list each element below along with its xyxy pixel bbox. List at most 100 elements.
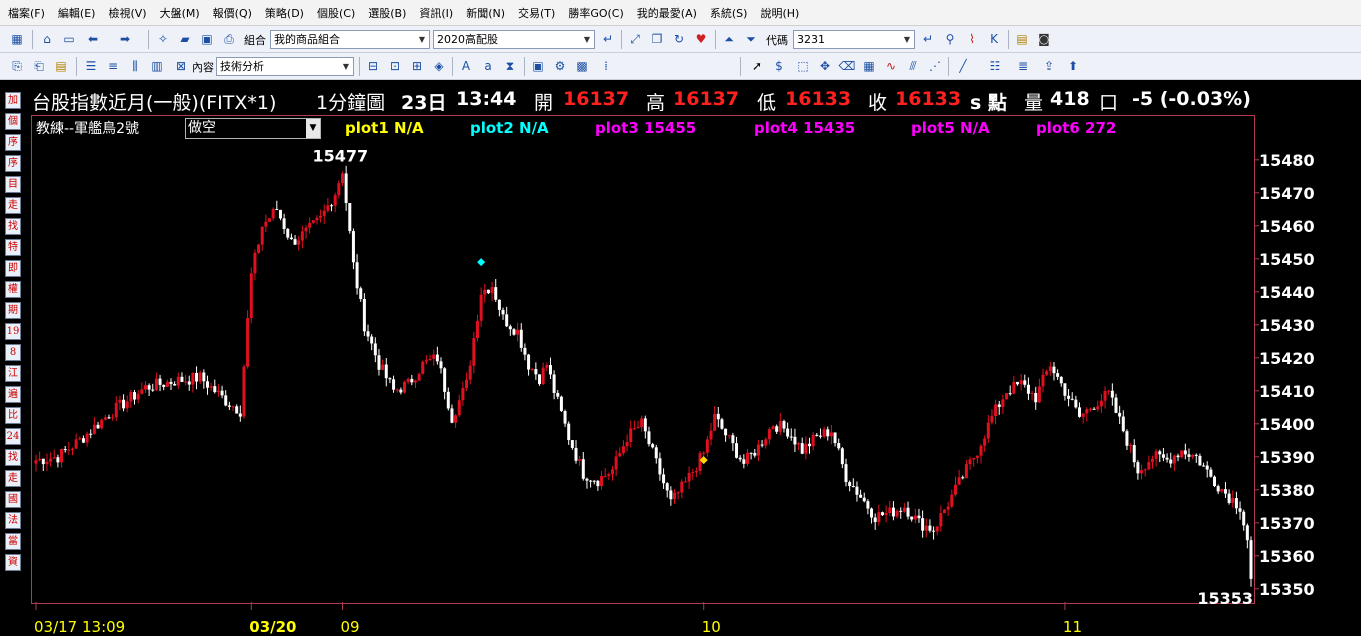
candle-body	[1223, 489, 1227, 494]
candle-body	[691, 472, 695, 474]
candle-body	[1183, 450, 1187, 455]
y-axis-label: 15360	[1259, 547, 1315, 566]
candle-body	[530, 369, 534, 371]
candle-body	[632, 428, 636, 430]
candle-body	[370, 336, 374, 344]
candle-body	[563, 411, 567, 424]
candle-body	[567, 423, 571, 441]
candle-body	[1081, 413, 1085, 417]
candle-body	[771, 426, 775, 430]
candle-body	[213, 386, 217, 393]
candle-body	[727, 435, 731, 437]
candle-body	[158, 378, 162, 385]
candle-body	[851, 485, 855, 487]
candle-body	[888, 507, 892, 514]
candle-body	[242, 366, 246, 417]
chevron-down-icon: ▼	[306, 119, 320, 138]
candle-body	[169, 381, 173, 384]
candle-body	[403, 381, 407, 393]
candle-body	[421, 361, 425, 374]
candle-body	[1161, 454, 1165, 458]
candle-body	[457, 400, 461, 416]
candle-body	[505, 314, 509, 327]
candle-body	[454, 415, 458, 423]
plot6-label: plot6 272	[1036, 119, 1117, 137]
candle-body	[67, 449, 71, 451]
candle-body	[848, 482, 852, 486]
candle-body	[1216, 486, 1220, 492]
candle-body	[961, 477, 965, 479]
candle-body	[552, 374, 556, 393]
candle-body	[246, 318, 250, 367]
candle-body	[1129, 445, 1133, 447]
candle-body	[578, 459, 582, 461]
candle-body	[486, 289, 490, 294]
candle-body	[1231, 498, 1235, 503]
candle-body	[1143, 469, 1147, 471]
candle-body	[1048, 366, 1052, 372]
candle-body	[472, 338, 476, 366]
candle-body	[278, 209, 282, 219]
candle-body	[49, 458, 53, 462]
y-axis-label: 15380	[1259, 481, 1315, 500]
candle-body	[198, 372, 202, 382]
candle-body	[724, 428, 728, 436]
candle-body	[264, 221, 268, 227]
candle-body	[600, 476, 604, 487]
candle-body	[468, 365, 472, 380]
candle-body	[804, 443, 808, 454]
candle-body	[355, 262, 359, 289]
candle-body	[1125, 431, 1129, 446]
candle-body	[946, 506, 950, 510]
candle-body	[968, 459, 972, 465]
candle-body	[297, 240, 301, 245]
candle-body	[950, 494, 954, 507]
x-axis-label: 03/20	[249, 618, 296, 636]
candle-body	[1052, 366, 1056, 374]
candle-body	[235, 406, 239, 414]
candle-body	[541, 367, 545, 385]
direction-select[interactable]: 做空 ▼	[185, 118, 321, 139]
candle-body	[618, 453, 622, 457]
y-axis-label: 15420	[1259, 349, 1315, 368]
candle-body	[1147, 462, 1151, 470]
candle-body	[680, 481, 684, 493]
candle-body	[986, 422, 990, 439]
candle-body	[1150, 458, 1154, 463]
candle-body	[308, 222, 312, 228]
candle-body	[34, 460, 38, 464]
candle-body	[1005, 393, 1009, 400]
candle-body	[589, 480, 593, 482]
candle-body	[658, 458, 662, 475]
candle-body	[1103, 390, 1107, 401]
candle-body	[1078, 407, 1082, 417]
candle-body	[775, 426, 779, 432]
candle-body	[362, 298, 366, 332]
candle-body	[880, 512, 884, 516]
candle-body	[705, 439, 709, 453]
candlestick-chart[interactable]: 15480 15470 15460 15450 15440 15430 15420 15410…	[0, 0, 1361, 636]
candle-body	[870, 508, 874, 518]
candle-body	[89, 433, 93, 435]
candle-body	[574, 447, 578, 461]
candle-body	[475, 320, 479, 339]
candle-body	[147, 385, 151, 390]
candle-body	[435, 354, 439, 362]
candle-body	[209, 386, 213, 388]
candle-body	[811, 434, 815, 447]
candle-body	[1088, 408, 1092, 410]
candle-body	[621, 446, 625, 454]
candle-body	[490, 287, 494, 294]
candle-body	[548, 365, 552, 375]
candle-body	[322, 210, 326, 216]
candle-body	[1213, 476, 1217, 487]
candle-body	[979, 445, 983, 456]
candle-body	[333, 195, 337, 206]
candle-body	[673, 492, 677, 500]
candle-body	[74, 439, 78, 449]
candle-body	[877, 512, 881, 523]
candle-body	[709, 430, 713, 440]
candle-body	[216, 390, 220, 393]
candle-body	[461, 388, 465, 401]
candle-body	[833, 432, 837, 444]
